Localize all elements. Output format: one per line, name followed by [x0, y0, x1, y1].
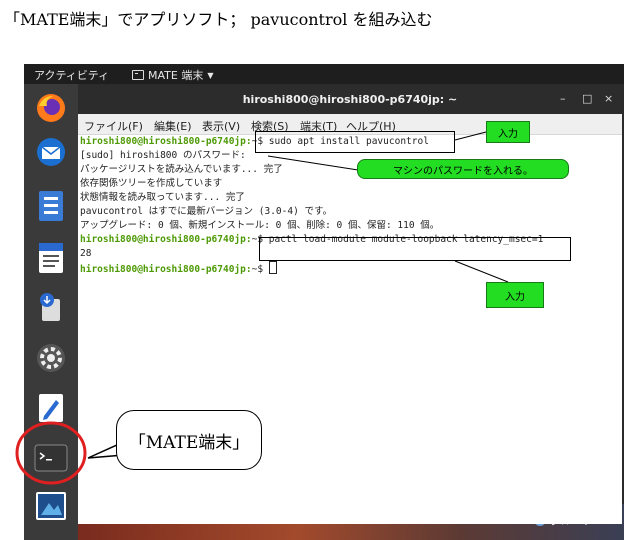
arrow-line	[454, 260, 509, 283]
mate-terminal-bubble: 「MATE端末」	[116, 410, 262, 470]
annotation-arrows	[15, 131, 509, 485]
arrow-line	[267, 155, 359, 171]
password-callout: マシンのパスワードを入れる。	[357, 159, 569, 179]
input-callout-top: 入力	[486, 121, 530, 143]
input-callout-bottom: 入力	[486, 282, 544, 308]
highlight-circle	[15, 421, 87, 485]
arrow-line	[454, 131, 487, 141]
